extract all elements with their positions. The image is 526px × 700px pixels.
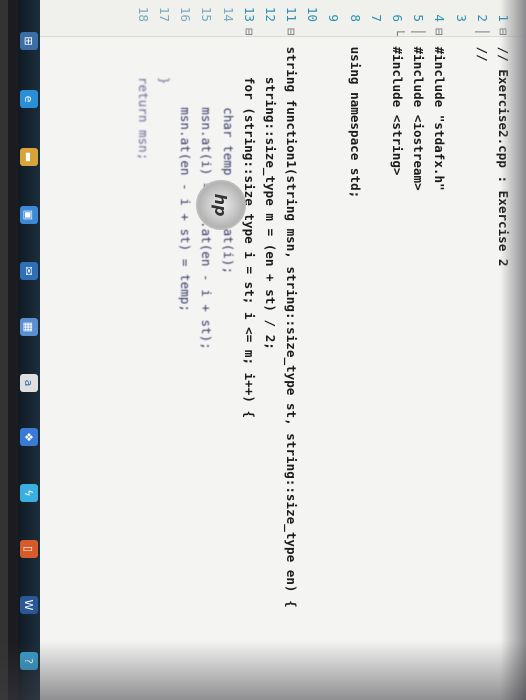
line-number: 9 [326, 14, 342, 22]
amazon-icon[interactable]: a [20, 374, 38, 392]
code-line-7: 7 [366, 0, 387, 700]
photo-icon[interactable]: ▦ [20, 318, 38, 336]
dropbox-icon[interactable]: ❖ [20, 428, 38, 446]
line-number: 16 [178, 6, 194, 22]
code-text: // [474, 46, 490, 62]
code-area[interactable]: 1 ⊟ // Exercise2.cpp : Exercise 2 2 │ // 3… [133, 0, 526, 700]
code-line-4: 4 ⊟ #include "stdafx.h" [429, 0, 450, 700]
code-line-14: 14 char temp = msn.at(i); [217, 0, 238, 700]
code-text: #include <iostream> [411, 46, 427, 191]
code-line-17: 17 } [154, 0, 175, 700]
code-line-18: 18 return msn; [133, 0, 154, 700]
code-line-5: 5 │ #include <iostream> [408, 0, 429, 700]
code-line-15: 15 msn.at(i) = msn.at(en - i + st); [196, 0, 217, 700]
line-number: 17 [157, 6, 172, 22]
code-line-11: 11 ⊟ string function1(string msn, string:… [281, 0, 302, 700]
code-line-1: 1 ⊟ // Exercise2.cpp : Exercise 2 [493, 0, 514, 700]
word-icon[interactable]: W [20, 596, 38, 614]
edge-icon[interactable]: e [20, 90, 38, 108]
code-editor: 1 ⊟ // Exercise2.cpp : Exercise 2 2 │ // 3… [26, 0, 526, 700]
line-number: 4 [432, 14, 448, 22]
mail-icon[interactable]: ✉ [20, 262, 38, 280]
office-icon[interactable]: ▯ [20, 540, 38, 558]
code-text: } [157, 46, 172, 85]
line-number: 8 [347, 14, 363, 22]
line-number: 11 [284, 6, 300, 22]
fold-toggle-icon[interactable]: ⊟ [281, 28, 302, 39]
fold-toggle-icon[interactable]: ⊟ [429, 28, 450, 39]
line-number: 3 [453, 14, 469, 22]
code-line-2: 2 │ // [472, 0, 493, 700]
hp-logo: hp [196, 180, 246, 230]
fold-guide-icon: │ [474, 28, 490, 36]
code-text: #include <string> [390, 46, 406, 176]
fold-toggle-icon[interactable]: ⊟ [493, 28, 514, 39]
help-icon[interactable]: ? [20, 652, 38, 670]
line-number: 12 [262, 6, 278, 22]
line-number: 2 [474, 14, 490, 22]
store-icon[interactable]: ▣ [20, 206, 38, 224]
code-text: msn.at(en - i + st) = temp; [178, 46, 194, 312]
line-number: 6 [390, 14, 406, 22]
code-text: using namespace std; [347, 46, 363, 199]
code-text: char temp = msn.at(i); [220, 46, 236, 275]
code-line-6: 6 └ #include <string> [387, 0, 408, 700]
code-text: return msn; [135, 46, 151, 161]
line-number: 18 [135, 6, 151, 22]
laptop-screen: 1 ⊟ // Exercise2.cpp : Exercise 2 2 │ // 3… [0, 0, 526, 700]
fold-guide-icon: └ [390, 28, 406, 36]
line-number: 14 [220, 6, 236, 22]
code-line-9: 9 [323, 0, 344, 700]
folder-icon[interactable]: ▬ [20, 148, 38, 166]
flash-icon[interactable]: ϟ [20, 484, 38, 502]
line-number: 7 [368, 14, 384, 22]
code-line-10: 10 [302, 0, 323, 700]
line-number: 5 [411, 14, 427, 22]
code-line-16: 16 msn.at(en - i + st) = temp; [175, 0, 196, 700]
line-number: 10 [305, 6, 321, 22]
line-number: 13 [241, 6, 257, 22]
line-number: 15 [199, 6, 215, 22]
code-line-13: 13⊟ for (string::size_type i = st; i <= … [239, 0, 260, 700]
code-line-8: 8 using namespace std; [345, 0, 366, 700]
line-number: 1 [496, 14, 511, 22]
start-icon[interactable]: ⊞ [20, 32, 38, 50]
code-text: string function1(string msn, string::siz… [284, 46, 300, 608]
code-line-3: 3 [450, 0, 471, 700]
code-text: // Exercise2.cpp : Exercise 2 [496, 46, 511, 267]
fold-guide-icon: │ [411, 28, 427, 36]
code-text: string::size_type m = (en + st) / 2; [262, 46, 278, 350]
code-text: for (string::size_type i = st; i <= m; i… [241, 46, 257, 419]
fold-toggle-icon[interactable]: ⊟ [239, 28, 260, 39]
code-line-12: 12 string::size_type m = (en + st) / 2; [260, 0, 281, 700]
photo-stage: 1 ⊟ // Exercise2.cpp : Exercise 2 2 │ // 3… [0, 0, 526, 700]
code-text: #include "stdafx.h" [432, 46, 448, 191]
